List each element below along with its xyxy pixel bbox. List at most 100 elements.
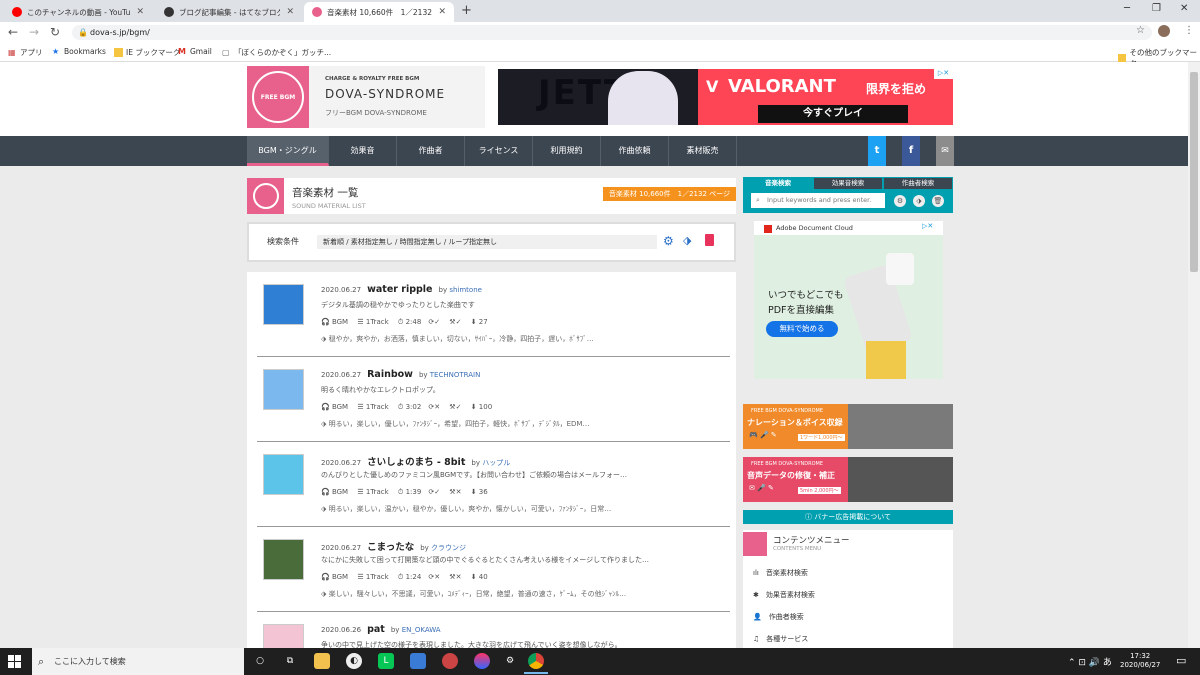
windows-start-icon[interactable] — [8, 655, 21, 668]
page-title: 音楽素材 一覧 — [292, 187, 359, 199]
menu-dots-icon[interactable]: ⋮ — [1184, 25, 1194, 36]
thumbnail-image — [263, 369, 304, 410]
bookmark-ie[interactable]: IE ブックマーク — [114, 47, 180, 58]
menu-item-services[interactable]: ♫ 各種サービス — [753, 634, 808, 644]
narrator-photo — [848, 404, 953, 449]
list-item[interactable]: 2020.06.27 Rainbow by TECHNOTRAIN 明るく晴れやかな… — [247, 357, 736, 442]
adchoices-icon[interactable]: ▷✕ — [922, 222, 933, 230]
start-free-button[interactable]: 無料で始める — [766, 321, 838, 337]
play-now-button[interactable]: 今すぐプレイ — [758, 105, 908, 123]
notification-icon[interactable]: ▭ — [1176, 654, 1186, 667]
author-link[interactable]: TECHNOTRAIN — [430, 371, 481, 379]
scrollbar-thumb[interactable] — [1190, 72, 1198, 272]
facebook-icon[interactable]: f — [902, 136, 920, 166]
gear-icon[interactable]: ⚙ — [663, 234, 674, 248]
back-icon[interactable]: ← — [8, 25, 18, 39]
nav-composers[interactable]: 作曲者 — [397, 136, 465, 166]
menu-item-sfx-search[interactable]: ✱ 効果音素材検索 — [753, 590, 815, 600]
item-title[interactable]: さいしょのまち - 8bit — [367, 457, 465, 468]
trash-icon[interactable] — [705, 234, 714, 246]
tag-icon[interactable]: ⬗ — [683, 234, 691, 247]
menu-item-composer-search[interactable]: 👤 作曲者検索 — [753, 612, 804, 622]
taskbar-search-input[interactable]: ⌕ ここに入力して検索 — [32, 648, 244, 675]
close-icon[interactable]: ✕ — [438, 7, 446, 17]
line-icon[interactable]: L — [378, 653, 394, 669]
timer-icon: ⏱ — [397, 403, 404, 411]
bookmark-gmail[interactable]: M Gmail — [178, 47, 212, 56]
item-title[interactable]: Rainbow — [367, 369, 413, 380]
valorant-ad-banner[interactable]: JETT V VALORANT 限界を拒め 今すぐプレイ ▷✕ — [498, 69, 953, 125]
site-logo[interactable]: FREE BGM CHARGE & ROYALTY FREE BGM DOVA-… — [247, 66, 485, 128]
nav-terms[interactable]: 利用規約 — [533, 136, 601, 166]
logo-mark: FREE BGM — [247, 66, 309, 128]
tab-hatena-blog[interactable]: ブログ記事編集 - はてなブログ ✕ — [156, 2, 302, 22]
search-condition-value[interactable]: 新着順 / 素材指定無し / 時間指定無し / ループ指定無し — [317, 235, 657, 249]
page-scrollbar[interactable] — [1188, 62, 1200, 648]
menu-item-music-search[interactable]: ılı 音楽素材検索 — [753, 568, 808, 578]
nav-sound-effects[interactable]: 効果音 — [329, 136, 397, 166]
reload-icon[interactable]: ↻ — [50, 25, 60, 39]
list-item[interactable]: 2020.06.27 water ripple by shimtone デジタル基調… — [247, 272, 736, 357]
app-icon[interactable]: ◐ — [346, 653, 362, 669]
author-link[interactable]: EN_OKAWA — [402, 626, 441, 634]
forward-icon[interactable]: → — [29, 25, 39, 39]
timer-icon: ⏱ — [397, 573, 404, 581]
tab-sfx-search[interactable]: 効果音検索 — [814, 178, 882, 189]
list-item[interactable]: 2020.06.27 こまったな by クラウンジ なにかに失敗して困って打開策など… — [247, 527, 736, 612]
maximize-icon[interactable]: ❐ — [1152, 3, 1161, 14]
app-gradient-icon[interactable] — [474, 653, 490, 669]
tab-music-search[interactable]: 音楽検索 — [744, 178, 812, 189]
narration-banner[interactable]: FREE BGM DOVA-SYNDROME ナレーション＆ボイス収録 🎮 🎤 … — [743, 404, 953, 449]
settings-icon[interactable]: ⚙ — [502, 653, 518, 669]
task-view-icon[interactable]: ⧉ — [282, 653, 298, 669]
close-icon[interactable]: ✕ — [286, 7, 294, 17]
bookmark-bokura[interactable]: ▢ 「ぼくらのかぞく」ガッチ... — [222, 47, 331, 58]
file-explorer-icon[interactable] — [314, 653, 330, 669]
nav-material-sales[interactable]: 素材販売 — [669, 136, 737, 166]
audio-repair-banner[interactable]: FREE BGM DOVA-SYNDROME 音声データの修復・補正 ✉ 🎤 ✎… — [743, 457, 953, 502]
page-icon: ▢ — [222, 48, 230, 57]
tray-icons[interactable]: ⌃ ⊡ 🔊 あ — [1068, 655, 1112, 668]
item-title[interactable]: pat — [367, 624, 385, 635]
bookmark-bookmarks[interactable]: ★ Bookmarks — [52, 47, 106, 56]
item-title[interactable]: こまったな — [367, 542, 414, 553]
profile-avatar[interactable] — [1158, 25, 1170, 37]
list-icon: ☰ — [357, 573, 364, 581]
url-bar[interactable]: 🔒 dova-s.jp/bgm/ — [72, 25, 1152, 40]
download-icon: ⬇ — [470, 318, 477, 326]
app-red-icon[interactable] — [442, 653, 458, 669]
nav-bgm-jingle[interactable]: BGM・ジングル — [247, 136, 329, 166]
tag-icon[interactable]: ⬗ — [913, 195, 925, 207]
twitter-icon[interactable]: t — [868, 136, 886, 166]
tab-dova-syndrome[interactable]: 音楽素材 10,660件 1／2132 ペー ✕ — [304, 2, 454, 22]
gear-icon[interactable]: ⚙ — [894, 195, 906, 207]
list-item[interactable]: 2020.06.26 pat by EN_OKAWA 争いの中で見上げた空の様子を表… — [247, 612, 736, 648]
photos-icon[interactable] — [410, 653, 426, 669]
tab-composer-search[interactable]: 作曲者検索 — [884, 178, 952, 189]
nav-commission[interactable]: 作曲依頼 — [601, 136, 669, 166]
author-link[interactable]: クラウンジ — [431, 544, 466, 552]
taskbar-clock[interactable]: 17:32 2020/06/27 — [1120, 652, 1160, 670]
minimize-icon[interactable]: ─ — [1124, 3, 1130, 14]
author-link[interactable]: ハップル — [482, 459, 510, 467]
banner-ad-info-button[interactable]: ⓘ バナー広告掲載について — [743, 510, 953, 524]
cortana-icon[interactable]: ○ — [252, 653, 268, 669]
author-link[interactable]: shimtone — [449, 286, 482, 294]
adobe-ad-banner[interactable]: Adobe Document Cloud ▷✕ いつでもどこでも PDFを直接編… — [754, 221, 943, 379]
keyword-search-input[interactable]: ⌕ Input keywords and press enter. — [751, 193, 885, 208]
trash-icon[interactable]: 🗑 — [932, 195, 944, 207]
adchoices-icon[interactable]: ▷✕ — [934, 69, 953, 79]
nav-license[interactable]: ライセンス — [465, 136, 533, 166]
chrome-icon[interactable] — [528, 653, 544, 669]
mail-icon[interactable]: ✉ — [936, 136, 954, 166]
tab-youtube-studio[interactable]: このチャンネルの動画 - YouTube Stu ✕ — [4, 2, 152, 22]
item-title[interactable]: water ripple — [367, 284, 432, 295]
count-badge: 音楽素材 10,660件 1／2132 ページ — [602, 187, 736, 201]
close-icon[interactable]: ✕ — [136, 7, 144, 17]
bookmark-apps[interactable]: ▦ アプリ — [8, 47, 43, 58]
list-item[interactable]: 2020.06.27 さいしょのまち - 8bit by ハップル のんびりとした優… — [247, 442, 736, 527]
bookmark-star-icon[interactable]: ☆ — [1136, 25, 1145, 36]
new-tab-button[interactable]: + — [461, 3, 472, 18]
address-toolbar: ← → ↻ 🔒 dova-s.jp/bgm/ ☆ ⋮ — [0, 22, 1200, 43]
window-close-icon[interactable]: ✕ — [1180, 3, 1188, 14]
